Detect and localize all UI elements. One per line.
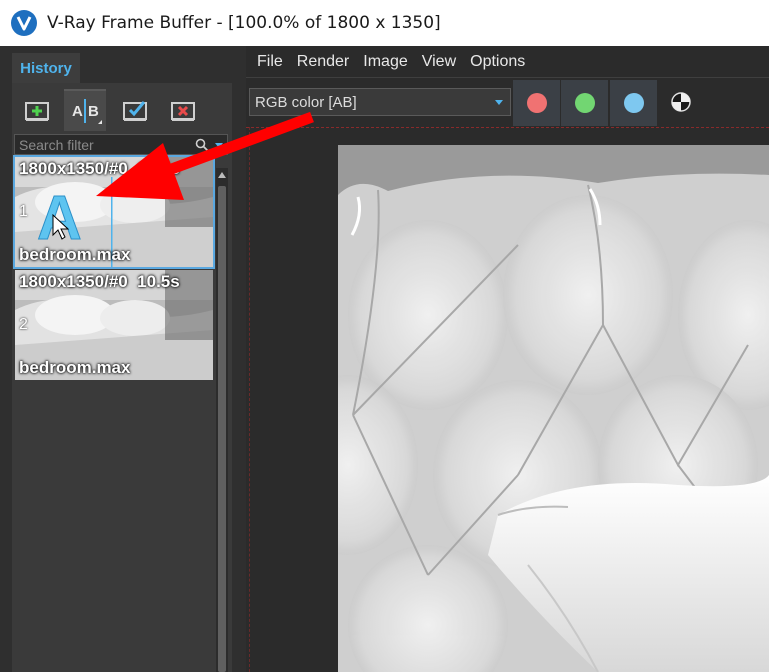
set-a-button[interactable] [116,89,158,131]
green-channel-icon [574,93,595,113]
monochrome-icon[interactable] [670,91,692,113]
frame-buffer-area: File Render Image View Options RGB color… [246,46,769,672]
history-scrollbar[interactable] [216,168,228,672]
channel-value: RGB color [AB] [255,93,357,111]
channel-dropdown[interactable]: RGB color [AB] [249,88,511,116]
history-item-1[interactable]: A 1800x1350/#0 10.5s 1 bedroom.max [13,155,215,269]
menu-options[interactable]: Options [470,53,525,71]
scroll-up-icon[interactable] [216,168,228,182]
history-item-index: 1 [19,203,28,220]
menu-render[interactable]: Render [297,53,349,71]
history-toolbar: A B [12,83,232,133]
history-item-info: 1800x1350/#0 10.5s [19,272,180,291]
blue-channel-button[interactable] [610,80,657,126]
green-channel-button[interactable] [561,80,608,126]
chevron-down-icon [495,100,503,105]
search-placeholder: Search filter [19,136,94,153]
set-a-icon [123,101,147,121]
svg-text:A: A [72,103,83,120]
menu-divider [246,77,769,78]
history-item-index: 2 [19,316,28,333]
menu-image[interactable]: Image [363,53,407,71]
menu-file[interactable]: File [257,53,283,71]
render-viewport[interactable] [338,145,769,672]
blue-channel-icon [623,93,644,113]
history-item-2[interactable]: 1800x1350/#0 10.5s 2 bedroom.max [15,270,213,380]
scrollbar-thumb[interactable] [218,186,226,672]
delete-history-button[interactable] [164,89,206,131]
history-item-filename: bedroom.max [19,358,131,377]
search-icon[interactable] [195,138,209,152]
delete-history-icon [171,102,195,121]
title-bar: V-Ray Frame Buffer - [100.0% of 1800 x 1… [0,0,769,46]
add-history-button[interactable] [18,89,60,131]
rendered-image [338,145,769,672]
history-item-filename: bedroom.max [19,245,131,264]
add-history-icon [25,102,49,121]
red-channel-icon [526,93,547,113]
window-title: V-Ray Frame Buffer - [100.0% of 1800 x 1… [47,13,441,33]
menu-bar: File Render Image View Options [246,48,528,76]
ab-overlay-letter: A [37,184,82,253]
region-border-left [249,127,250,672]
tab-history[interactable]: History [12,53,80,83]
svg-text:B: B [88,103,99,120]
search-filter-input[interactable]: Search filter [14,134,228,155]
history-item-info: 1800x1350/#0 10.5s [19,159,180,178]
history-panel: A B Search filter A 1800x1350/#0 10.5s 1… [12,83,232,672]
region-border [246,127,769,128]
vray-logo-icon [11,10,37,36]
ab-compare-button[interactable]: A B [64,89,106,131]
red-channel-button[interactable] [513,80,560,126]
chevron-down-icon[interactable] [213,138,225,152]
history-sidebar: History A B Search filter A 1800x1350/#0… [0,46,246,672]
ab-compare-icon: A B [72,99,102,124]
menu-view[interactable]: View [422,53,456,71]
